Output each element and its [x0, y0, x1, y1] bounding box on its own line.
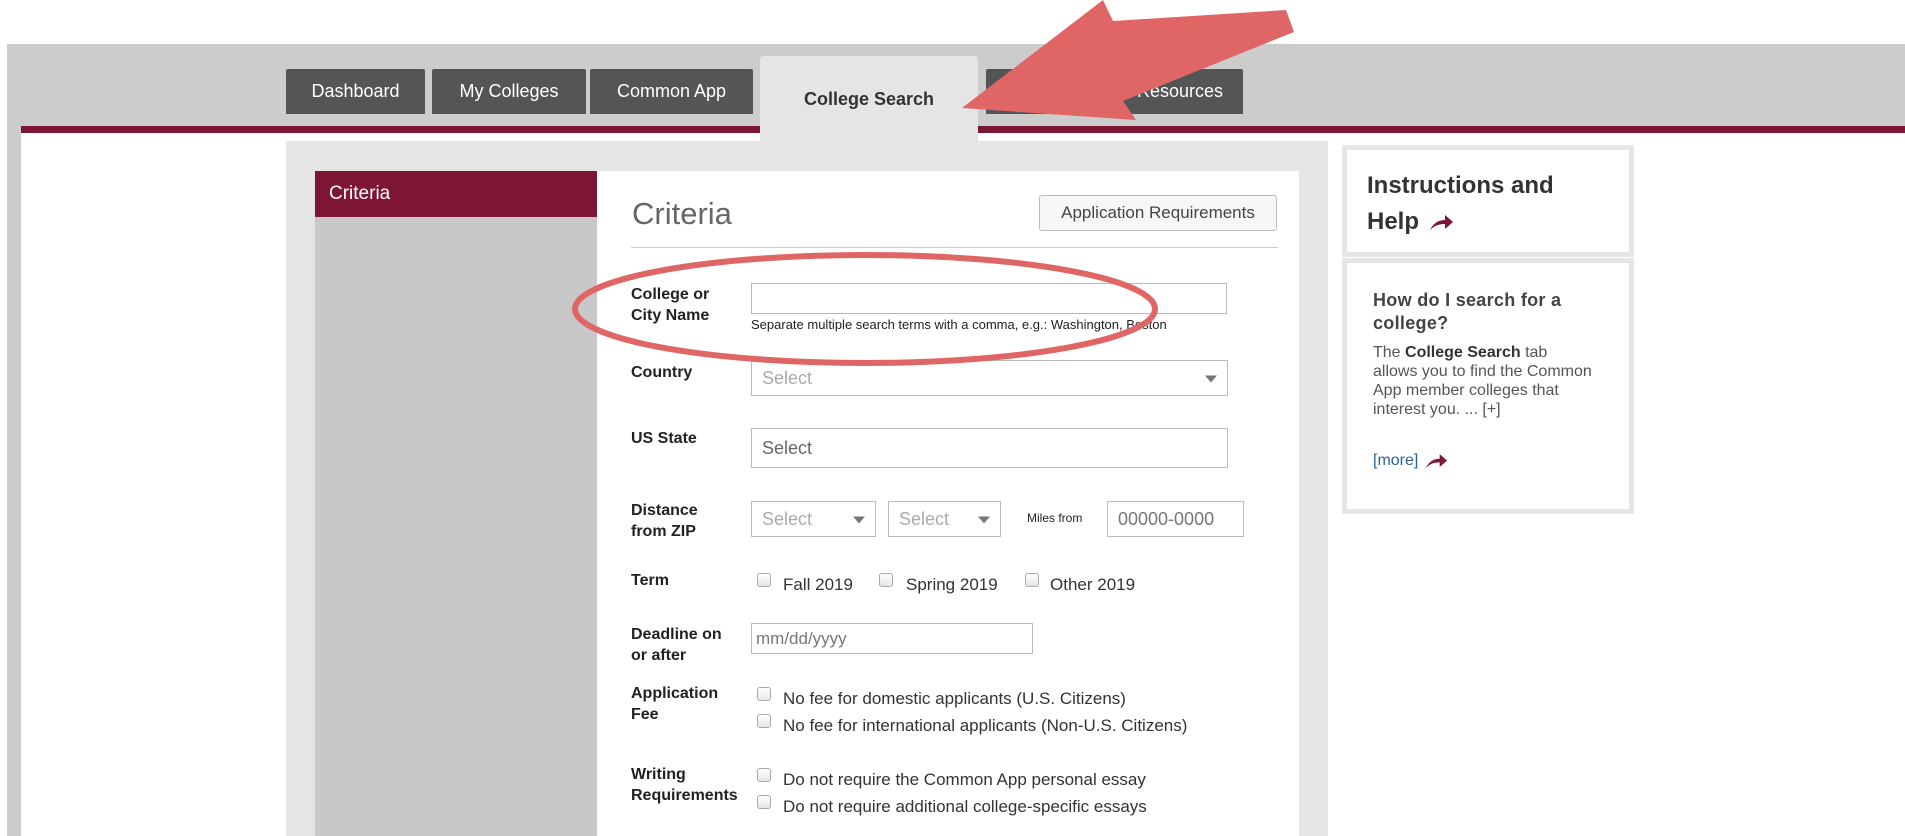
chevron-down-icon: [1205, 375, 1217, 383]
tab-college-search[interactable]: College Search: [760, 56, 978, 143]
deadline-input[interactable]: mm/dd/yyyy: [751, 623, 1033, 654]
form-title: Criteria: [632, 196, 732, 231]
help-text-bold: College Search: [1405, 344, 1521, 361]
divider: [631, 247, 1278, 248]
college-name-hint: Separate multiple search terms with a co…: [751, 317, 1167, 332]
distance-select-2[interactable]: Select: [888, 501, 1001, 537]
tab-my-colleges[interactable]: My Colleges: [432, 69, 586, 114]
application-requirements-button[interactable]: Application Requirements: [1039, 195, 1277, 231]
criteria-sidebar: [315, 171, 597, 836]
term-spring-label: Spring 2019: [906, 575, 998, 594]
chevron-down-icon: [978, 516, 990, 524]
fee-domestic-checkbox[interactable]: [757, 687, 771, 701]
zip-input[interactable]: 00000-0000: [1107, 501, 1244, 537]
writing-requirements-label: Writing Requirements: [631, 766, 738, 804]
writing-college-essays-label: Do not require additional college-specif…: [783, 797, 1147, 816]
writing-personal-essay-label: Do not require the Common App personal e…: [783, 770, 1146, 789]
application-fee-label: Application Fee: [631, 685, 719, 723]
term-fall-checkbox[interactable]: [757, 573, 771, 587]
distance-select-1-value: Select: [762, 508, 813, 529]
term-label: Term: [631, 572, 669, 589]
country-select-value: Select: [762, 367, 813, 388]
miles-from-label: Miles from: [1027, 511, 1083, 525]
term-spring-checkbox[interactable]: [879, 573, 893, 587]
help-text: The College Search tab allows you to fin…: [1373, 343, 1595, 419]
distance-select-2-value: Select: [899, 508, 950, 529]
us-state-select[interactable]: Select: [751, 428, 1228, 468]
college-name-label: College or City Name: [631, 286, 710, 324]
tab-dashboard[interactable]: Dashboard: [286, 69, 425, 114]
term-other-label: Other 2019: [1050, 575, 1136, 594]
fee-international-label: No fee for international applicants (Non…: [783, 716, 1188, 735]
distance-select-1[interactable]: Select: [751, 501, 876, 537]
tab-resources[interactable]: Resources: [986, 69, 1243, 114]
country-select[interactable]: Select: [751, 360, 1228, 396]
help-more[interactable]: [more]: [1373, 452, 1448, 470]
arrow-right-icon: [1426, 453, 1448, 468]
deadline-label: Deadline on or after: [631, 626, 722, 664]
chevron-down-icon: [853, 516, 865, 524]
arrow-right-icon: [1429, 214, 1453, 230]
help-text-before: The: [1373, 344, 1406, 361]
fee-domestic-label: No fee for domestic applicants (U.S. Cit…: [783, 689, 1126, 708]
term-fall-label: Fall 2019: [783, 575, 853, 594]
tab-common-app[interactable]: Common App: [590, 69, 753, 114]
college-name-input[interactable]: [751, 283, 1227, 314]
help-question: How do I search for a college?: [1373, 290, 1562, 333]
us-state-label: US State: [631, 430, 697, 447]
writing-college-essays-checkbox[interactable]: [757, 795, 771, 809]
distance-label: Distance from ZIP: [631, 502, 698, 540]
help-title[interactable]: Instructions and Help: [1367, 168, 1607, 240]
writing-personal-essay-checkbox[interactable]: [757, 768, 771, 782]
help-title-text: Instructions and Help: [1367, 172, 1554, 235]
country-label: Country: [631, 364, 693, 381]
more-link[interactable]: [more]: [1373, 452, 1418, 470]
fee-international-checkbox[interactable]: [757, 714, 771, 728]
term-other-checkbox[interactable]: [1025, 573, 1039, 587]
sidebar-item-criteria[interactable]: Criteria: [315, 171, 597, 217]
